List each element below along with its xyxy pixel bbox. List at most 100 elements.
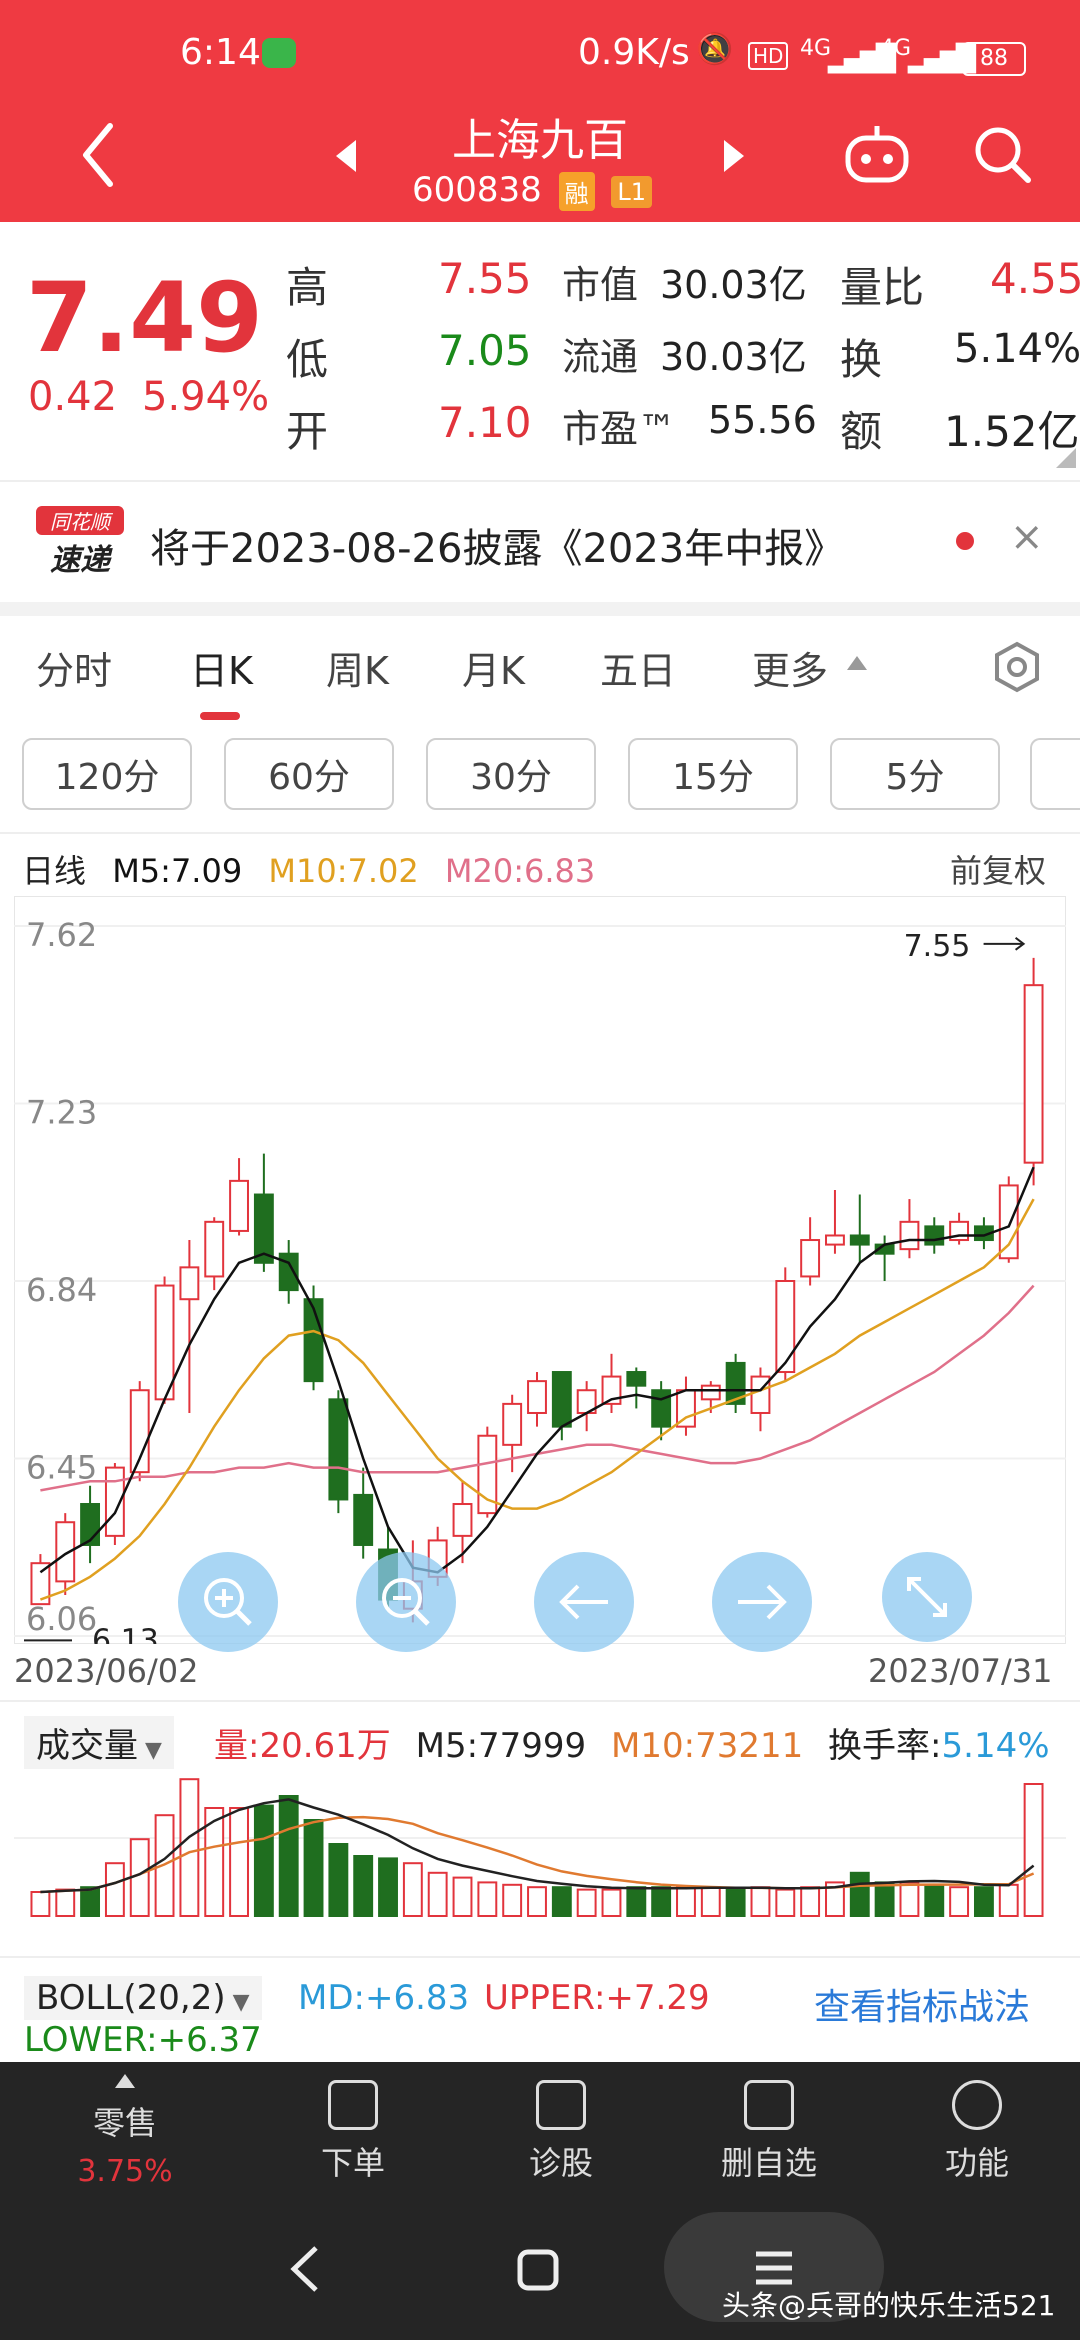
ma10-legend: M10:7.02 [268,852,419,890]
volume-bar [800,1886,821,1917]
news-banner[interactable]: 同花顺 速递 将于2023-08-26披露《2023年中报》 × [0,484,1080,602]
interval-5min[interactable]: 5分 [830,738,1000,810]
app-header: 6:14 0.9K/s 🔕 HD 4G ▂▄▆█ 4G ▂▄▆█ 88 上海九百… [0,0,1080,222]
volume-bar [651,1886,672,1917]
label-float-cap: 流通 [562,335,639,379]
scroll-right-button[interactable] [712,1552,812,1652]
candle-body [825,1234,845,1246]
volume-bar [30,1891,51,1917]
volume-selector-label: 成交量 [36,1726,138,1766]
settings-hexagon-icon[interactable] [990,640,1044,694]
zoom-in-button[interactable] [178,1552,278,1652]
volume-bar [502,1883,523,1918]
interval-more-partial[interactable] [1030,738,1080,810]
minus-box-icon [744,2080,794,2130]
tab-weekly-k[interactable]: 周K [326,640,389,695]
value-high: 7.55 [438,254,532,303]
battery-icon: 88 [962,42,1026,76]
news-badge-top: 同花顺 [36,506,124,535]
system-home-icon[interactable] [516,2248,560,2292]
volume-selector[interactable]: 成交量 ▼ [24,1716,174,1769]
search-icon[interactable] [970,122,1034,186]
system-menu-icon [756,2251,792,2285]
status-net-speed: 0.9K/s [578,32,690,73]
robot-assistant-icon[interactable] [842,120,912,186]
news-text: 将于2023-08-26披露《2023年中报》 [150,526,845,572]
volume-bar [924,1883,945,1918]
news-badge: 同花顺 速递 [36,506,124,580]
volume-bar [55,1888,76,1917]
candle-body [998,1184,1019,1260]
tab-intraday[interactable]: 分时 [36,640,112,695]
fullscreen-button[interactable] [882,1552,972,1642]
volume-bar [750,1886,771,1917]
tab-five-day[interactable]: 五日 [600,640,676,695]
signal-2-label: 4G [880,36,912,61]
kline-title: 日线 [22,852,87,890]
boll-upper: UPPER:+7.29 [484,1978,710,2018]
volume-bar [998,1883,1019,1918]
zoom-out-button[interactable] [356,1552,456,1652]
interval-30min[interactable]: 30分 [426,738,596,810]
next-stock-icon[interactable] [722,138,746,174]
candle-body [1023,984,1044,1164]
divider [0,1700,1080,1702]
active-tab-indicator [200,712,240,720]
close-icon[interactable]: × [1010,514,1044,560]
nav-place-order[interactable]: 下单 [268,2080,438,2184]
strategy-link[interactable]: 查看指标战法 [814,1978,1030,2030]
nav-remove-watchlist[interactable]: 删自选 [684,2080,854,2184]
interval-15min[interactable]: 15分 [628,738,798,810]
volume-bar [328,1843,349,1917]
volume-bar [427,1871,448,1918]
nav-retail[interactable]: 零售 3.75% [40,2072,210,2189]
kline-chart[interactable]: 7.627.236.846.456.067.556.13 [14,896,1066,1644]
volume-bar [80,1886,101,1917]
volume-bar [626,1886,647,1917]
back-arrow-icon[interactable] [78,120,118,190]
nav-diagnose[interactable]: 诊股 [476,2080,646,2184]
system-back-icon[interactable] [286,2244,322,2294]
value-volume-ratio: 4.55 [990,254,1080,303]
volume-bar [899,1881,920,1917]
price-change-pct: 5.94% [142,374,270,420]
nav-retail-label: 零售 [92,2104,157,2142]
value-pe-ttm: 55.56 [708,398,817,442]
volume-bar [477,1881,498,1917]
volume-bar [378,1857,398,1917]
candle-body [551,1371,572,1428]
y-tick-label: 7.23 [26,1094,97,1132]
adjust-mode[interactable]: 前复权 [950,846,1046,892]
candle-body [775,1280,796,1374]
scroll-left-button[interactable] [534,1552,634,1652]
tab-monthly-k[interactable]: 月K [462,640,525,695]
turnover-label: 换手率: [828,1726,942,1766]
stock-code-row: 600838 融 L1 [412,170,653,211]
interval-120min[interactable]: 120分 [22,738,192,810]
volume-bar [303,1819,324,1917]
current-price: 7.49 [26,262,263,374]
label-turnover: 换 [840,335,883,384]
volume-bar [601,1888,622,1917]
kline-legend: 日线 M5:7.09 M10:7.02 M20:6.83 [22,846,595,892]
volume-bar [527,1886,547,1917]
prev-stock-icon[interactable] [334,138,358,174]
caret-up-icon [115,2074,135,2088]
volume-m5: M5:77999 [415,1726,587,1766]
nav-functions[interactable]: 功能 [892,2080,1062,2184]
tab-daily-k[interactable]: 日K [190,640,253,695]
divider [0,1956,1080,1958]
candle-body [899,1220,920,1251]
value-open: 7.10 [438,398,532,447]
signal-1-label: 4G [800,36,832,61]
divider [0,480,1080,482]
medical-case-icon [536,2080,586,2130]
expand-corner-icon[interactable] [1056,448,1076,468]
interval-60min[interactable]: 60分 [224,738,394,810]
zoom-out-icon [382,1578,430,1626]
tab-more[interactable]: 更多 [752,640,828,695]
arrow-left-icon [559,1584,608,1620]
boll-selector[interactable]: BOLL(20,2) ▼ [24,1976,262,2020]
volume-chart[interactable] [14,1768,1066,1920]
nav-functions-label: 功能 [944,2144,1009,2182]
